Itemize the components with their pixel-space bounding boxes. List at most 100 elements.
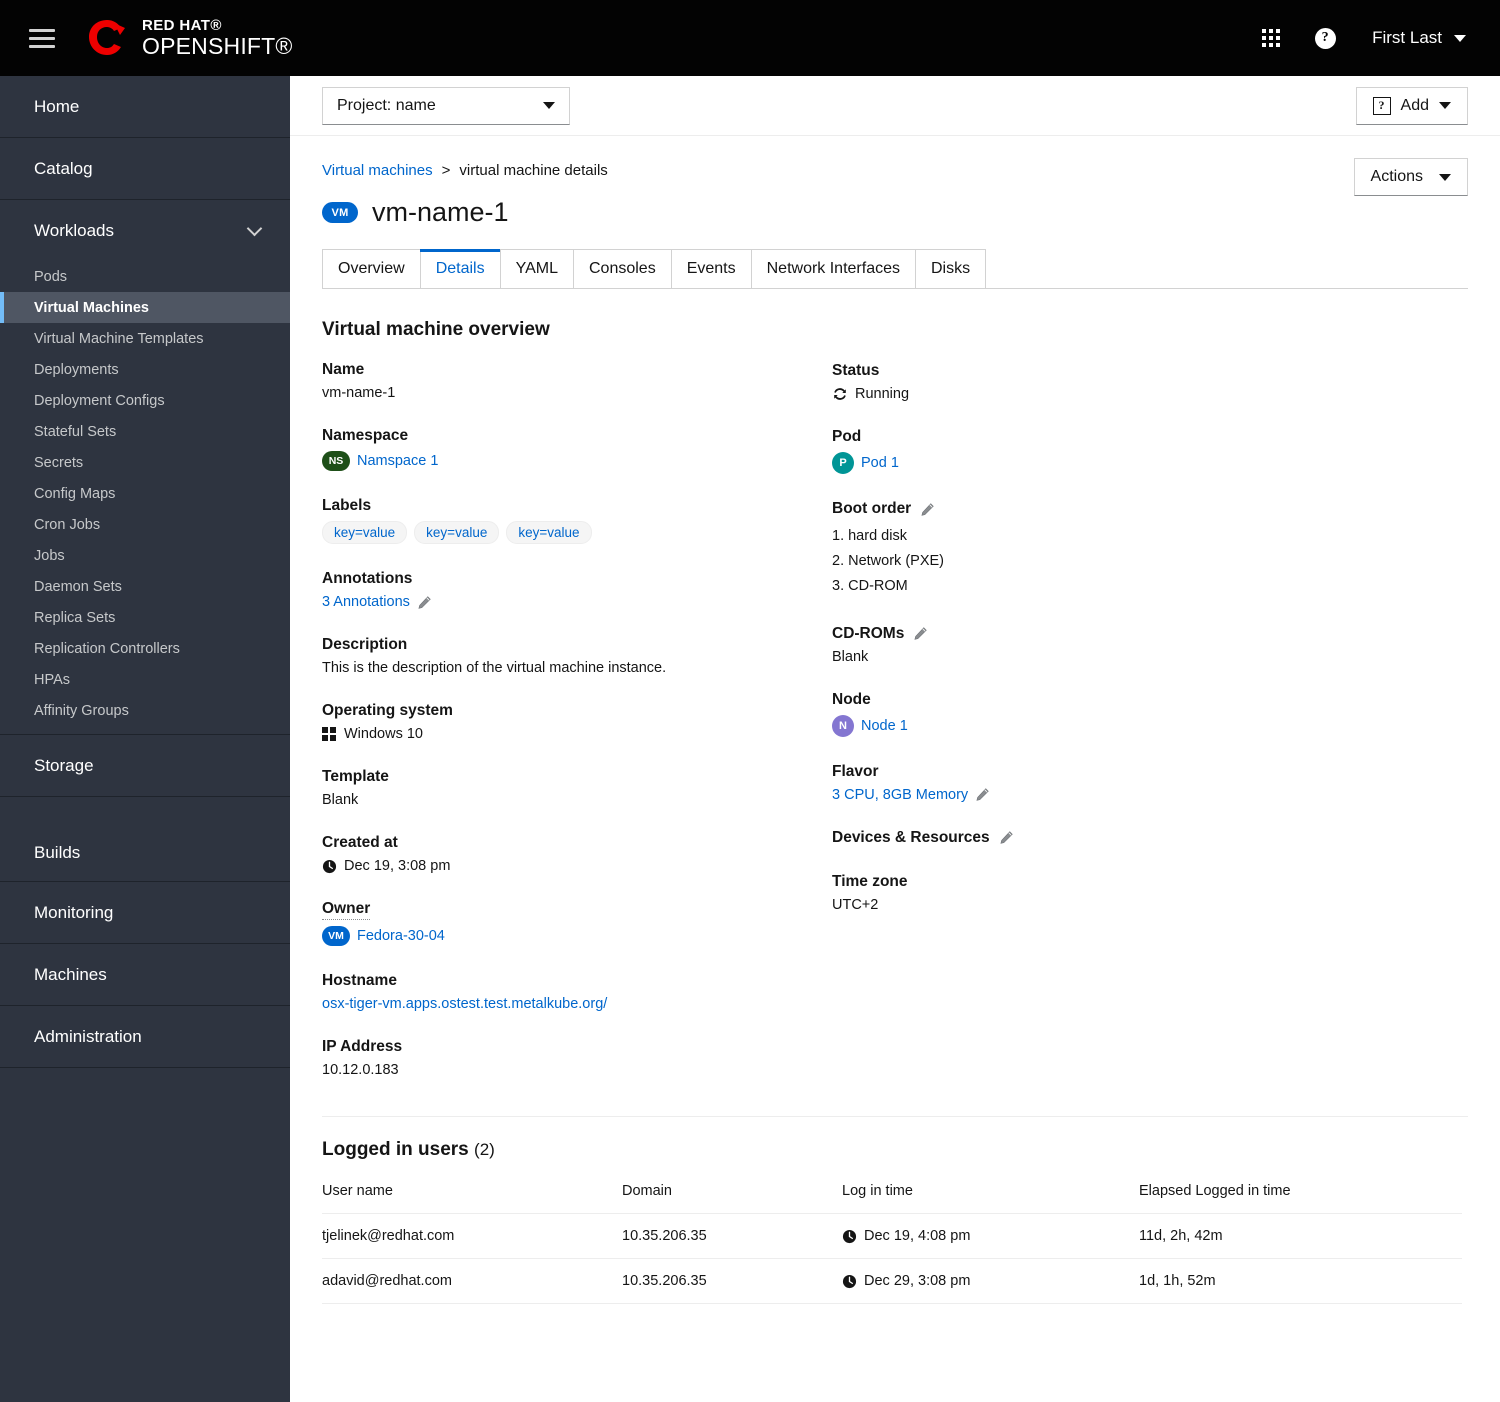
owner-vm-badge: VM xyxy=(322,926,350,946)
field-description-value: This is the description of the virtual m… xyxy=(322,660,667,676)
field-pod-label: Pod xyxy=(832,428,862,445)
tab-details[interactable]: Details xyxy=(419,249,501,288)
chevron-down-icon xyxy=(1454,34,1466,42)
log-in-time-text: Dec 19, 4:08 pm xyxy=(864,1228,971,1244)
tab-label: Details xyxy=(435,260,485,277)
cell-user-name: adavid@redhat.com xyxy=(322,1258,622,1304)
sidebar-item-replica-sets[interactable]: Replica Sets xyxy=(0,602,290,633)
label-chip[interactable]: key=value xyxy=(506,521,592,544)
table-row: tjelinek@redhat.com 10.35.206.35 Dec 19,… xyxy=(322,1213,1462,1259)
field-namespace-value: NS Namspace 1 xyxy=(322,451,832,471)
sidebar-item-label: Stateful Sets xyxy=(34,423,117,440)
edit-pencil-icon[interactable] xyxy=(975,787,990,802)
sidebar-item-home[interactable]: Home xyxy=(0,76,290,137)
masthead: RED HAT® OPENSHIFT® ? First Last xyxy=(0,0,1500,76)
sidebar-item-pods[interactable]: Pods xyxy=(0,261,290,292)
sidebar-item-administration[interactable]: Administration xyxy=(0,1006,290,1067)
tab-disks[interactable]: Disks xyxy=(915,249,987,288)
redhat-logo-icon xyxy=(84,15,130,61)
vm-overview-grid: Virtual machine overview Name vm-name-1 … xyxy=(322,319,1468,1078)
overview-right-column: Status Running Pod P Pod 1 Boot order 1.… xyxy=(832,319,1252,1078)
sidebar-item-machines[interactable]: Machines xyxy=(0,944,290,1005)
sidebar-item-secrets[interactable]: Secrets xyxy=(0,447,290,478)
sidebar-item-label: HPAs xyxy=(34,671,70,688)
node-link[interactable]: Node 1 xyxy=(861,718,908,734)
label-chip[interactable]: key=value xyxy=(322,521,408,544)
field-os-value: Windows 10 xyxy=(322,726,832,742)
user-menu[interactable]: First Last xyxy=(1356,28,1474,48)
column-header-log-in-time: Log in time xyxy=(842,1183,1139,1214)
tab-network-interfaces[interactable]: Network Interfaces xyxy=(750,249,916,288)
edit-pencil-icon[interactable] xyxy=(417,595,432,610)
sidebar-navigation: Home Catalog Workloads Pods Virtual Mach… xyxy=(0,76,290,1402)
field-hostname-value: osx-tiger-vm.apps.ostest.test.metalkube.… xyxy=(322,996,832,1012)
sidebar-item-monitoring[interactable]: Monitoring xyxy=(0,882,290,943)
sidebar-item-label: Secrets xyxy=(34,454,84,471)
tab-events[interactable]: Events xyxy=(670,249,752,288)
pod-link[interactable]: Pod 1 xyxy=(861,455,899,471)
sidebar-item-virtual-machine-templates[interactable]: Virtual Machine Templates xyxy=(0,323,290,354)
sidebar-item-config-maps[interactable]: Config Maps xyxy=(0,478,290,509)
sidebar-item-hpas[interactable]: HPAs xyxy=(0,664,290,695)
sidebar-item-affinity-groups[interactable]: Affinity Groups xyxy=(0,695,290,726)
actions-button[interactable]: Actions xyxy=(1353,158,1468,196)
tab-overview[interactable]: Overview xyxy=(322,249,421,288)
field-cdroms-label: CD-ROMs xyxy=(832,625,1252,643)
edit-pencil-icon[interactable] xyxy=(920,502,935,517)
edit-pencil-icon[interactable] xyxy=(913,626,928,641)
sidebar-item-deployment-configs[interactable]: Deployment Configs xyxy=(0,385,290,416)
overview-left-column: Virtual machine overview Name vm-name-1 … xyxy=(322,319,832,1078)
sidebar-item-label: Cron Jobs xyxy=(34,516,101,533)
project-selector[interactable]: Project: name xyxy=(322,86,570,125)
page-title: vm-name-1 xyxy=(372,197,509,227)
tab-yaml[interactable]: YAML xyxy=(499,249,574,288)
cdroms-label-text: CD-ROMs xyxy=(832,624,905,642)
help-question-icon[interactable]: ? xyxy=(1302,15,1348,61)
sidebar-item-deployments[interactable]: Deployments xyxy=(0,354,290,385)
breadcrumb-link-virtual-machines[interactable]: Virtual machines xyxy=(322,162,433,179)
tab-consoles[interactable]: Consoles xyxy=(572,249,672,288)
sidebar-item-builds[interactable]: Builds xyxy=(0,797,290,881)
devices-label-text: Devices & Resources xyxy=(832,828,990,846)
cell-log-in-time-inner: Dec 19, 4:08 pm xyxy=(842,1228,1139,1244)
field-pod: Pod P Pod 1 xyxy=(832,428,1252,474)
field-timezone-value: UTC+2 xyxy=(832,896,879,913)
openshift-console: RED HAT® OPENSHIFT® ? First Last Home Ca… xyxy=(0,0,1500,1402)
pod-badge: P xyxy=(832,452,854,474)
field-cdroms: CD-ROMs Blank xyxy=(832,625,1252,665)
hamburger-icon[interactable] xyxy=(0,0,84,76)
logged-in-users-title-text: Logged in users xyxy=(322,1139,469,1160)
owner-link[interactable]: Fedora-30-04 xyxy=(357,928,445,944)
label-chips: key=value key=value key=value xyxy=(322,521,832,544)
flavor-link[interactable]: 3 CPU, 8GB Memory xyxy=(832,787,968,803)
sidebar-item-cron-jobs[interactable]: Cron Jobs xyxy=(0,509,290,540)
field-template-label: Template xyxy=(322,768,389,785)
namespace-link[interactable]: Namspace 1 xyxy=(357,453,438,469)
sidebar-item-replication-controllers[interactable]: Replication Controllers xyxy=(0,633,290,664)
sidebar-item-storage[interactable]: Storage xyxy=(0,735,290,796)
annotations-link[interactable]: 3 Annotations xyxy=(322,594,410,610)
chevron-down-icon xyxy=(1439,102,1451,109)
chevron-down-icon xyxy=(543,102,555,109)
sidebar-group-workloads[interactable]: Workloads xyxy=(0,200,290,261)
sidebar-item-label: Daemon Sets xyxy=(34,578,122,595)
add-button[interactable]: ? Add xyxy=(1355,86,1468,125)
grid-apps-icon[interactable] xyxy=(1248,15,1294,61)
field-template-value: Blank xyxy=(322,792,359,808)
sidebar-item-daemon-sets[interactable]: Daemon Sets xyxy=(0,571,290,602)
sidebar-item-label: Replication Controllers xyxy=(34,640,180,657)
boot-order-item: 3. CD-ROM xyxy=(832,577,908,594)
windows-icon xyxy=(322,727,337,741)
sidebar-workloads-children: Pods Virtual Machines Virtual Machine Te… xyxy=(0,261,290,734)
sidebar-item-stateful-sets[interactable]: Stateful Sets xyxy=(0,416,290,447)
label-chip[interactable]: key=value xyxy=(414,521,500,544)
field-ip-label: IP Address xyxy=(322,1038,403,1055)
field-status-value: Running xyxy=(832,386,1252,402)
field-pod-value: P Pod 1 xyxy=(832,452,1252,474)
brand-logo[interactable]: RED HAT® OPENSHIFT® xyxy=(84,15,293,61)
sidebar-item-catalog[interactable]: Catalog xyxy=(0,138,290,199)
sidebar-item-virtual-machines[interactable]: Virtual Machines xyxy=(0,292,290,323)
hostname-link[interactable]: osx-tiger-vm.apps.ostest.test.metalkube.… xyxy=(322,996,607,1012)
edit-pencil-icon[interactable] xyxy=(999,830,1014,845)
sidebar-item-jobs[interactable]: Jobs xyxy=(0,540,290,571)
